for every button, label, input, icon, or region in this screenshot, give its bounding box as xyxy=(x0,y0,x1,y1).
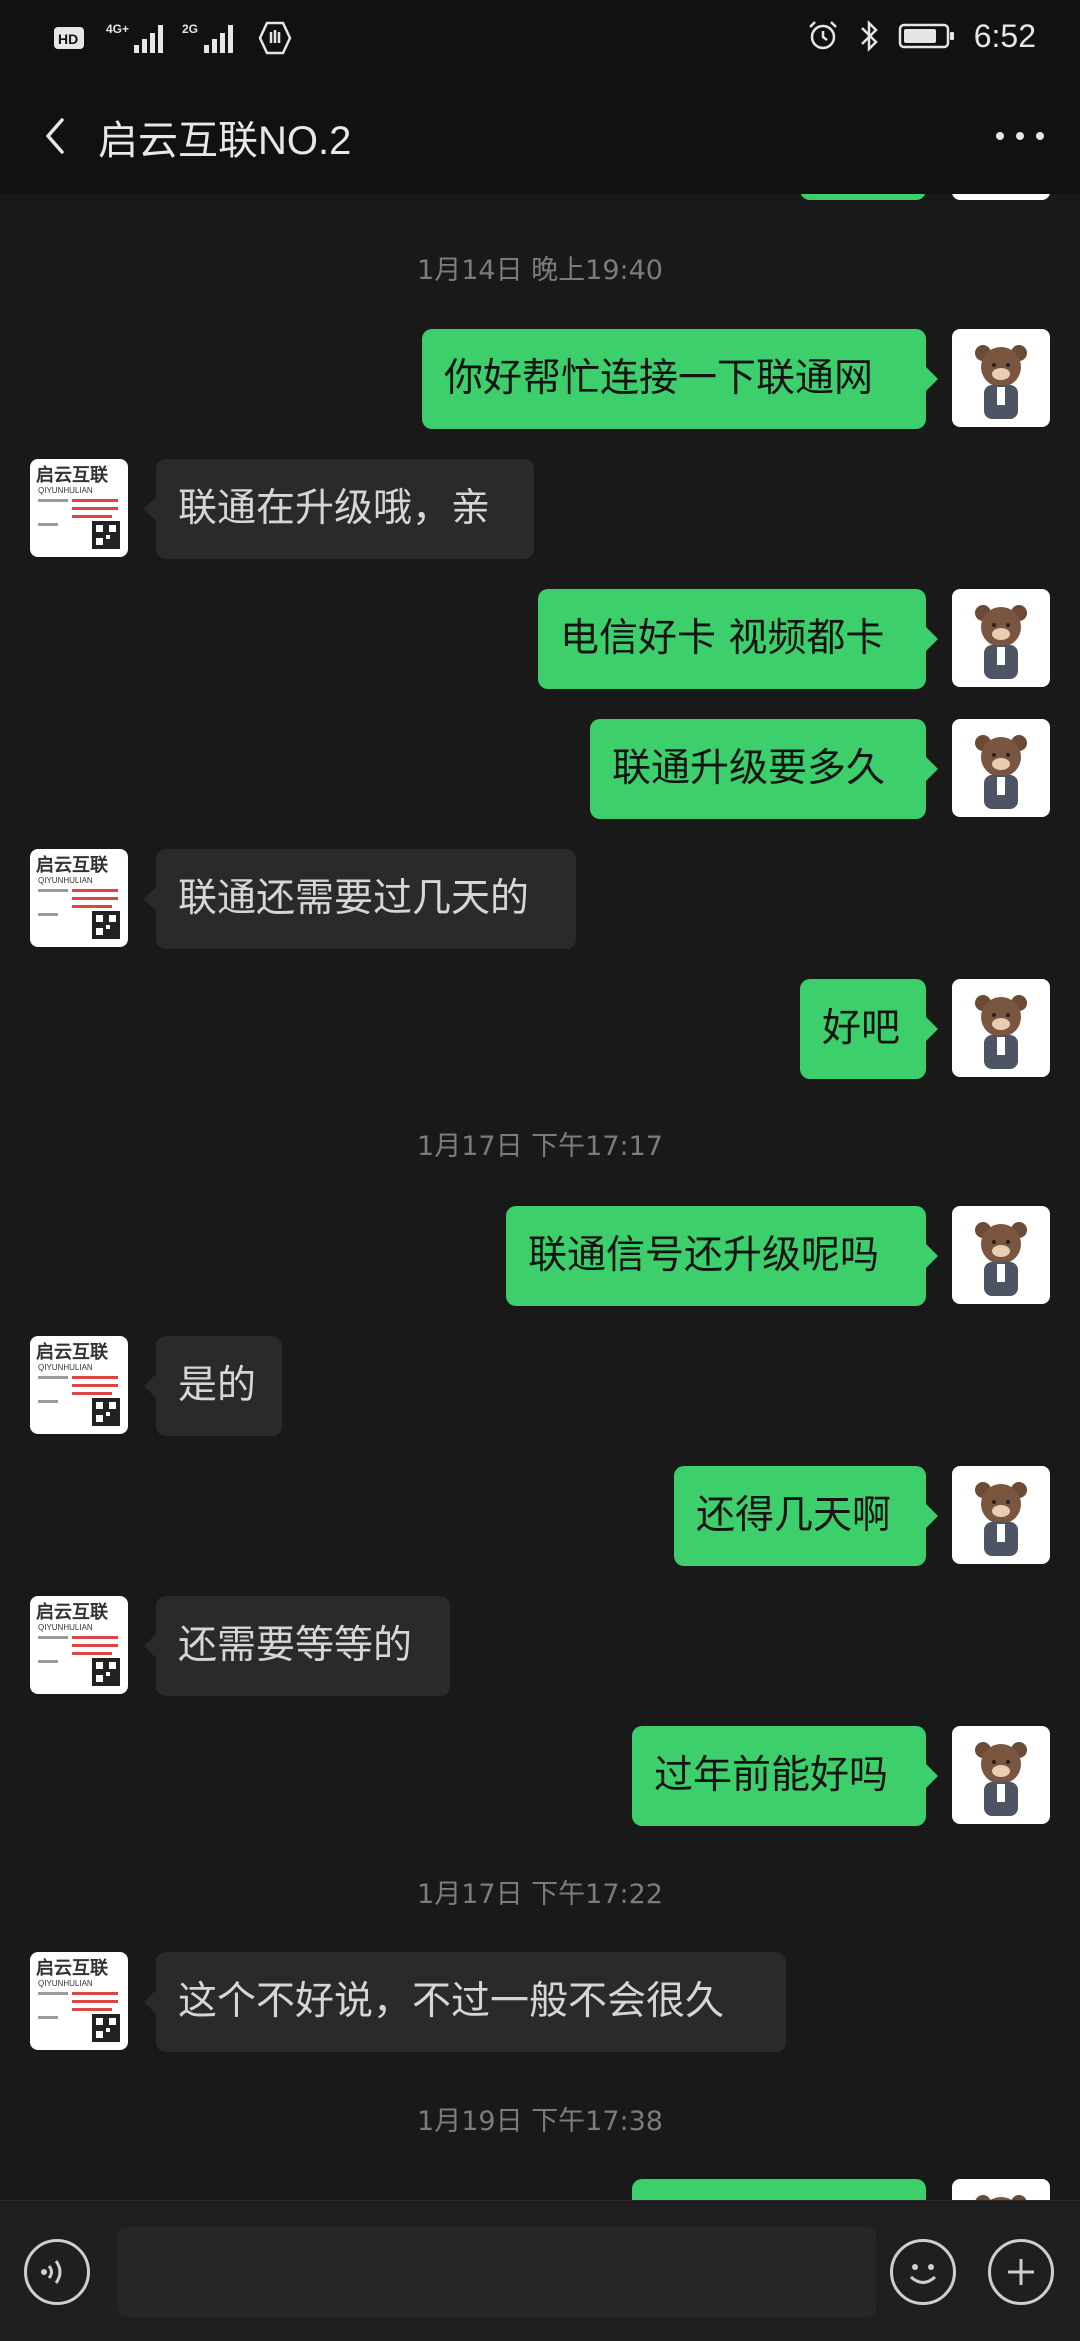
input-bar xyxy=(0,2200,1080,2341)
message-incoming[interactable]: 这个不好说，不过一般不会很久 xyxy=(144,1952,786,2052)
user-avatar[interactable] xyxy=(952,1726,1050,1824)
contact-avatar[interactable]: 启云互联 QIYUNHULIAN xyxy=(30,1952,128,2050)
battery-icon xyxy=(898,23,954,49)
message-incoming[interactable]: 还需要等等的 xyxy=(144,1596,450,1696)
contact-avatar[interactable]: 启云互联 QIYUNHULIAN xyxy=(30,849,128,947)
svg-text:2G: 2G xyxy=(182,22,198,36)
timestamp: 1月17日 下午17:17 xyxy=(417,1131,663,1162)
svg-text:QIYUNHULIAN: QIYUNHULIAN xyxy=(38,486,93,495)
status-right: 6:52 xyxy=(806,16,1036,56)
chat-area[interactable]: 1月14日 晚上19:40 你好帮忙连接一下联通网 启云互联 QIYUNHULIA… xyxy=(0,194,1080,2200)
status-left: HD 4G+ 2G xyxy=(54,18,292,58)
peek-avatar-top xyxy=(952,194,1050,200)
contact-logo-icon: 启云互联QIYUNHULIAN xyxy=(30,1952,128,2050)
timestamp: 1月14日 晚上19:40 xyxy=(417,255,663,286)
timestamp: 1月17日 下午17:22 xyxy=(417,1879,663,1910)
svg-text:QIYUNHULIAN: QIYUNHULIAN xyxy=(38,1363,93,1372)
user-avatar[interactable] xyxy=(952,1466,1050,1564)
voice-button[interactable] xyxy=(24,2239,90,2305)
hand-icon xyxy=(258,21,292,55)
user-avatar[interactable] xyxy=(952,589,1050,687)
bear-avatar-icon xyxy=(952,979,1050,1077)
message-incoming[interactable]: 联通还需要过几天的 xyxy=(144,849,576,949)
contact-logo-icon: 启云互联QIYUNHULIAN xyxy=(30,1336,128,1434)
message-input[interactable] xyxy=(118,2227,876,2317)
timestamp: 1月19日 下午17:38 xyxy=(417,2106,663,2137)
contact-avatar[interactable]: 启云互联 QIYUNHULIAN xyxy=(30,1336,128,1434)
user-avatar[interactable] xyxy=(952,979,1050,1077)
emoji-icon xyxy=(909,2264,937,2284)
message-outgoing[interactable]: 电信好卡 视频都卡 xyxy=(538,589,938,689)
contact-logo-icon: 启云互联QIYUNHULIAN xyxy=(30,1596,128,1694)
svg-text:启云互联: 启云互联 xyxy=(36,1601,108,1623)
user-avatar[interactable] xyxy=(952,1206,1050,1304)
emoji-button[interactable] xyxy=(890,2239,956,2305)
message-outgoing[interactable]: 联通信号还升级呢吗 xyxy=(506,1206,938,1306)
bear-avatar-icon xyxy=(952,1466,1050,1564)
message-incoming[interactable]: 联通在升级哦，亲 xyxy=(144,459,534,559)
message-outgoing[interactable]: 还得几天啊 xyxy=(674,1466,938,1566)
svg-text:QIYUNHULIAN: QIYUNHULIAN xyxy=(38,876,93,885)
hd-icon: HD xyxy=(54,27,84,49)
message-outgoing[interactable]: 你好帮忙连接一下联通网 xyxy=(422,329,938,429)
svg-text:4G+: 4G+ xyxy=(106,22,129,36)
message-outgoing[interactable]: 过年前能好吗 xyxy=(632,1726,938,1826)
message-outgoing[interactable]: 好吧 xyxy=(800,979,938,1079)
alarm-icon xyxy=(808,21,837,50)
message-outgoing-partial[interactable] xyxy=(632,2179,926,2200)
bear-avatar-icon xyxy=(952,2179,1050,2200)
bear-avatar-icon xyxy=(952,1726,1050,1824)
chat-header: 启云互联NO.2 xyxy=(0,74,1080,194)
bear-avatar-icon xyxy=(952,1206,1050,1304)
svg-text:启云互联: 启云互联 xyxy=(36,854,108,876)
contact-logo-icon: 启云互联QIYUNHULIAN xyxy=(30,849,128,947)
svg-text:QIYUNHULIAN: QIYUNHULIAN xyxy=(38,1979,93,1988)
back-arrow-icon[interactable] xyxy=(28,108,84,164)
user-avatar[interactable] xyxy=(952,329,1050,427)
contact-logo-icon: 启云互联QIYUNHULIAN xyxy=(30,459,128,557)
chat-title: 启云互联NO.2 xyxy=(98,119,352,163)
contact-avatar[interactable]: 启云互联 QIYUNHULIAN xyxy=(30,1596,128,1694)
svg-text:启云互联: 启云互联 xyxy=(36,1341,108,1363)
svg-text:启云互联: 启云互联 xyxy=(36,464,108,486)
signal-4g-icon: 4G+ xyxy=(106,22,163,53)
svg-text:启云互联: 启云互联 xyxy=(36,1957,108,1979)
user-avatar[interactable] xyxy=(952,719,1050,817)
svg-text:QIYUNHULIAN: QIYUNHULIAN xyxy=(38,1623,93,1632)
message-incoming[interactable]: 是的 xyxy=(144,1336,282,1436)
signal-2g-icon: 2G xyxy=(182,22,233,53)
peek-bubble-top xyxy=(800,194,926,200)
status-bar: HD 4G+ 2G 6:52 xyxy=(0,0,1080,74)
bear-avatar-icon xyxy=(952,589,1050,687)
contact-avatar[interactable]: 启云互联 QIYUNHULIAN xyxy=(30,459,128,557)
plus-button[interactable] xyxy=(988,2239,1054,2305)
more-dots-icon[interactable] xyxy=(992,118,1048,154)
svg-text:HD: HD xyxy=(58,31,78,47)
plus-icon xyxy=(1008,2259,1034,2285)
voice-icon xyxy=(41,2260,62,2284)
bear-avatar-icon xyxy=(952,719,1050,817)
user-avatar[interactable] xyxy=(952,2179,1050,2200)
message-outgoing[interactable]: 联通升级要多久 xyxy=(590,719,938,819)
status-time: 6:52 xyxy=(973,17,1036,54)
bear-avatar-icon xyxy=(952,329,1050,427)
bluetooth-icon xyxy=(860,19,878,53)
